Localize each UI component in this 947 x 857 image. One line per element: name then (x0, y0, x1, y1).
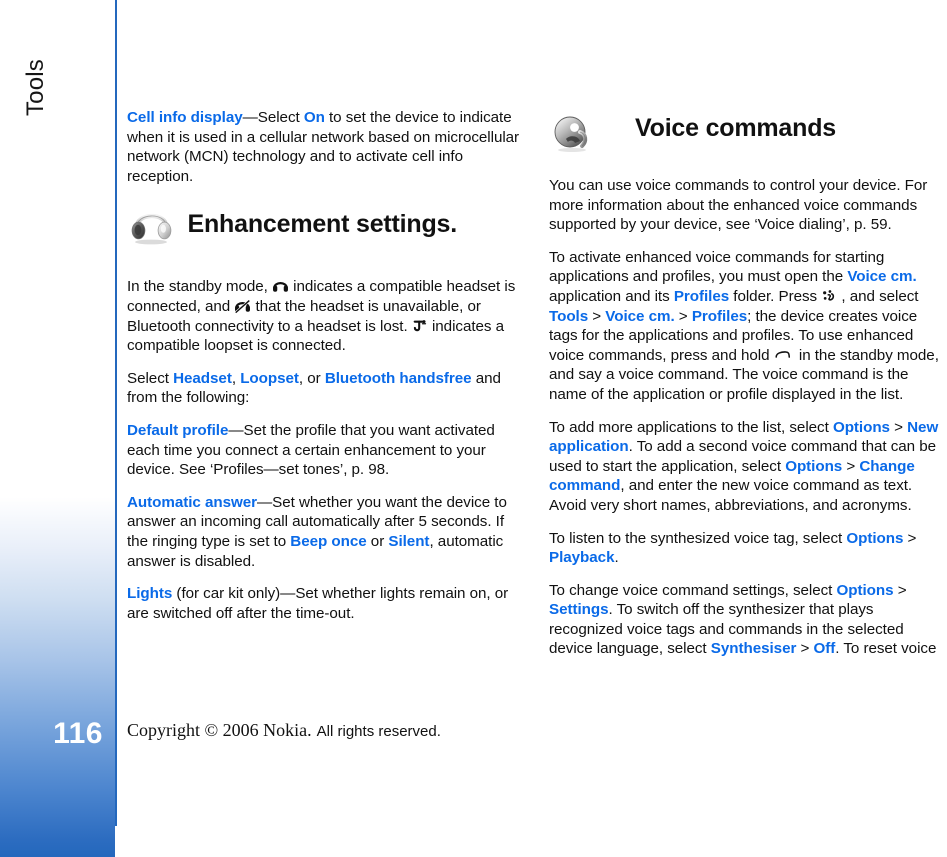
term-playback: Playback (549, 549, 615, 567)
copyright-serif-text: Copyright © 2006 Nokia. (127, 720, 312, 740)
right-text-column: Voice commands You can use voice command… (549, 108, 945, 659)
right-selection-key-icon (774, 347, 792, 363)
heading-voice-commands-text: Voice commands (635, 114, 836, 142)
term-beep-once: Beep once (290, 532, 367, 550)
menu-key-icon (821, 288, 837, 304)
separator-gt-4: > (842, 457, 860, 475)
paragraph-cell-info-display: Cell info display—Select On to set the d… (127, 108, 523, 186)
page-number: 116 (53, 717, 103, 750)
term-synthesiser: Synthesiser (710, 640, 797, 658)
loopset-icon (412, 318, 428, 334)
term-cell-info-display: Cell info display (127, 109, 243, 126)
text-activate-3: folder. Press (729, 287, 822, 305)
term-headset: Headset (173, 369, 232, 387)
text-add-1: To add more applications to the list, se… (549, 418, 833, 436)
term-automatic-answer: Automatic answer (127, 493, 258, 511)
separator-gt-1: > (588, 307, 606, 325)
headset-unavailable-icon (234, 297, 251, 314)
term-tools: Tools (549, 307, 589, 325)
text-change-3: . To reset voice (835, 640, 937, 658)
chapter-tab-label: Tools (22, 59, 49, 117)
term-voice-cm-1: Voice cm. (847, 268, 917, 286)
term-options-1: Options (832, 418, 890, 436)
separator-gt-2: > (674, 307, 692, 325)
paragraph-voice-intro: You can use voice commands to control yo… (549, 177, 928, 234)
paragraph-automatic-answer: Automatic answer—Set whether you want th… (127, 493, 523, 571)
section-heading-voice-commands: Voice commands (549, 108, 945, 160)
paragraph-select-enhancement: Select Headset, Loopset, or Bluetooth ha… (127, 369, 523, 408)
term-options-4: Options (836, 581, 894, 599)
paragraph-listen-playback: To listen to the synthesized voice tag, … (549, 529, 945, 568)
term-off: Off (813, 640, 836, 658)
paragraph-add-applications: To add more applications to the list, se… (549, 418, 945, 516)
text-listen-1: To listen to the synthesized voice tag, … (549, 529, 847, 547)
text-listen-2: . (614, 549, 619, 567)
sidebar-divider-rule (115, 0, 117, 826)
section-heading-enhancement-settings: Enhancement settings. (127, 199, 523, 261)
text-activate-4: , and select (837, 287, 919, 305)
term-lights: Lights (127, 585, 173, 603)
text-activate-2: application and its (549, 287, 674, 305)
paragraph-lights: Lights (for car kit only)—Set whether li… (127, 584, 523, 623)
term-bluetooth-handsfree: Bluetooth handsfree (324, 369, 472, 387)
paragraph-change-settings: To change voice command settings, select… (549, 581, 945, 659)
separator-gt-7: > (796, 640, 814, 658)
term-options-3: Options (846, 529, 904, 547)
headset-icon (127, 201, 175, 249)
left-text-column: Cell info display—Select On to set the d… (127, 108, 523, 623)
term-default-profile: Default profile (127, 421, 229, 439)
text-standby-1: In the standby mode, (127, 278, 273, 296)
term-profiles-1: Profiles (673, 287, 730, 305)
text-select-2: , (231, 369, 241, 387)
paragraph-activate-voice-commands: To activate enhanced voice commands for … (549, 248, 945, 405)
chapter-sidebar: Tools 116 (0, 0, 115, 857)
paragraph-standby-indicators: In the standby mode, indicates a compati… (127, 277, 523, 355)
term-options-2: Options (785, 457, 843, 475)
paragraph-default-profile: Default profile—Set the profile that you… (127, 421, 523, 480)
footer-copyright: Copyright © 2006 Nokia. All rights reserv… (127, 720, 441, 741)
text-lights: (for car kit only)—Set whether lights re… (127, 585, 509, 622)
text-activate-1: To activate enhanced voice commands for … (549, 248, 885, 286)
term-on: On (303, 109, 325, 126)
separator-gt-5: > (903, 529, 917, 547)
separator-gt-3: > (889, 418, 908, 436)
term-settings: Settings (549, 601, 609, 619)
text-change-1: To change voice command settings, select (549, 581, 837, 599)
term-profiles-2: Profiles (691, 307, 748, 325)
separator-gt-6: > (893, 581, 907, 599)
term-voice-cm-2: Voice cm. (605, 307, 675, 325)
copyright-sans-text: All rights reserved. (316, 723, 441, 740)
headset-connected-icon (272, 277, 289, 294)
text-select-1: Select (127, 369, 174, 387)
heading-enhancement-settings-text: Enhancement settings. (187, 210, 458, 239)
text-auto-answer-2: or (366, 532, 389, 550)
text-cell-info-1: —Select (242, 109, 304, 126)
voice-commands-icon (549, 110, 597, 158)
term-loopset: Loopset (240, 369, 299, 387)
term-silent: Silent (388, 532, 430, 550)
text-select-3: , or (298, 369, 325, 387)
